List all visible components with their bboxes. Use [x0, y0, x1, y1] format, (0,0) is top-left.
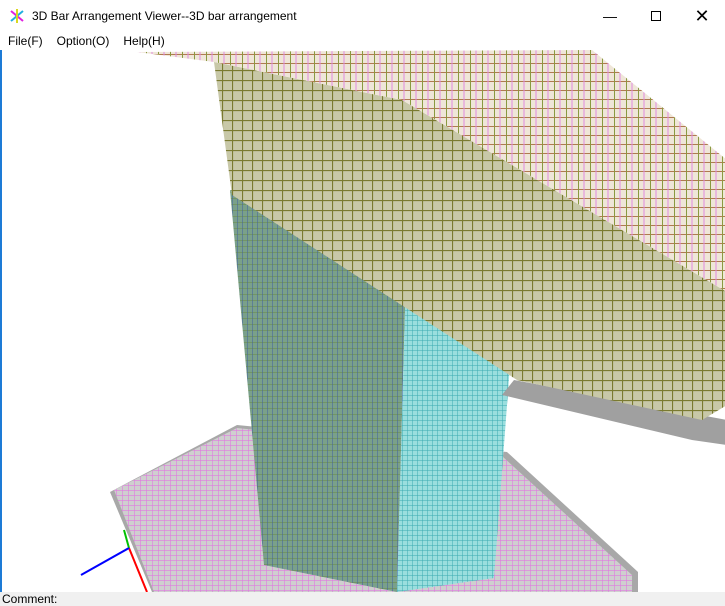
app-icon	[10, 9, 24, 23]
minimize-icon: —	[603, 8, 617, 24]
3d-viewport[interactable]	[0, 50, 725, 592]
window-title: 3D Bar Arrangement Viewer--3D bar arrang…	[32, 9, 297, 23]
status-bar: Comment:	[0, 592, 725, 606]
menu-bar: File(F) Option(O) Help(H)	[0, 32, 725, 50]
close-icon: ✕	[694, 5, 710, 26]
maximize-icon	[651, 11, 661, 21]
minimize-button[interactable]: —	[587, 0, 633, 32]
menu-option[interactable]: Option(O)	[57, 34, 110, 48]
3d-scene	[80, 50, 725, 592]
menu-help[interactable]: Help(H)	[123, 34, 164, 48]
maximize-button[interactable]	[633, 0, 679, 32]
close-button[interactable]: ✕	[679, 0, 725, 32]
title-bar: 3D Bar Arrangement Viewer--3D bar arrang…	[0, 0, 725, 32]
axis-z	[80, 547, 130, 576]
comment-label: Comment:	[2, 592, 58, 606]
menu-file[interactable]: File(F)	[8, 34, 43, 48]
